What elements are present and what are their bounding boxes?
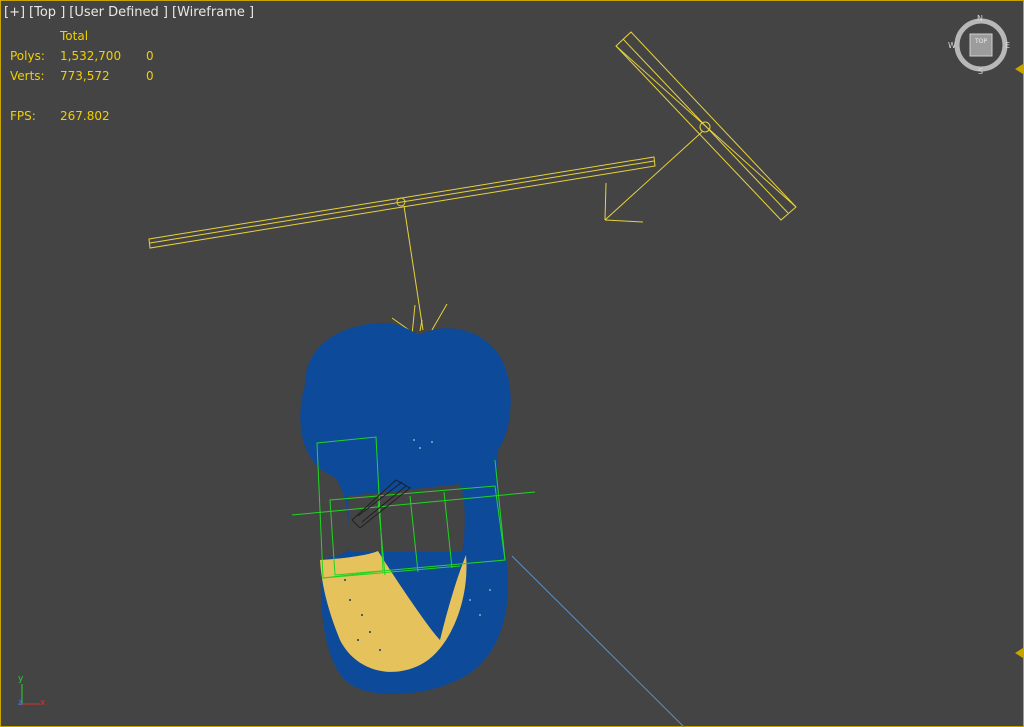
viewcube-west[interactable]: W xyxy=(948,41,956,50)
viewcube[interactable]: TOP N S E W xyxy=(948,12,1014,78)
area-light-2[interactable] xyxy=(604,31,797,223)
scene-blue-line xyxy=(511,555,685,727)
viewport-top[interactable]: [+] [Top ] [User Defined ] [Wireframe ] … xyxy=(0,0,1024,727)
viewcube-north[interactable]: N xyxy=(977,14,983,23)
viewport-edge-marker-top xyxy=(1015,64,1023,74)
viewcube-east[interactable]: E xyxy=(1005,41,1010,50)
axis-y-label: y xyxy=(18,674,24,684)
axis-x-label: x xyxy=(40,698,46,708)
viewcube-face-label[interactable]: TOP xyxy=(975,38,987,45)
axis-tripod: y z x xyxy=(12,674,52,716)
character-mesh[interactable] xyxy=(300,322,511,695)
viewport-edge-marker-bottom xyxy=(1015,648,1023,658)
scene-canvas[interactable] xyxy=(0,0,1024,727)
area-light-1[interactable] xyxy=(148,156,656,331)
viewcube-south[interactable]: S xyxy=(978,67,983,76)
axis-z-label: z xyxy=(18,698,23,708)
